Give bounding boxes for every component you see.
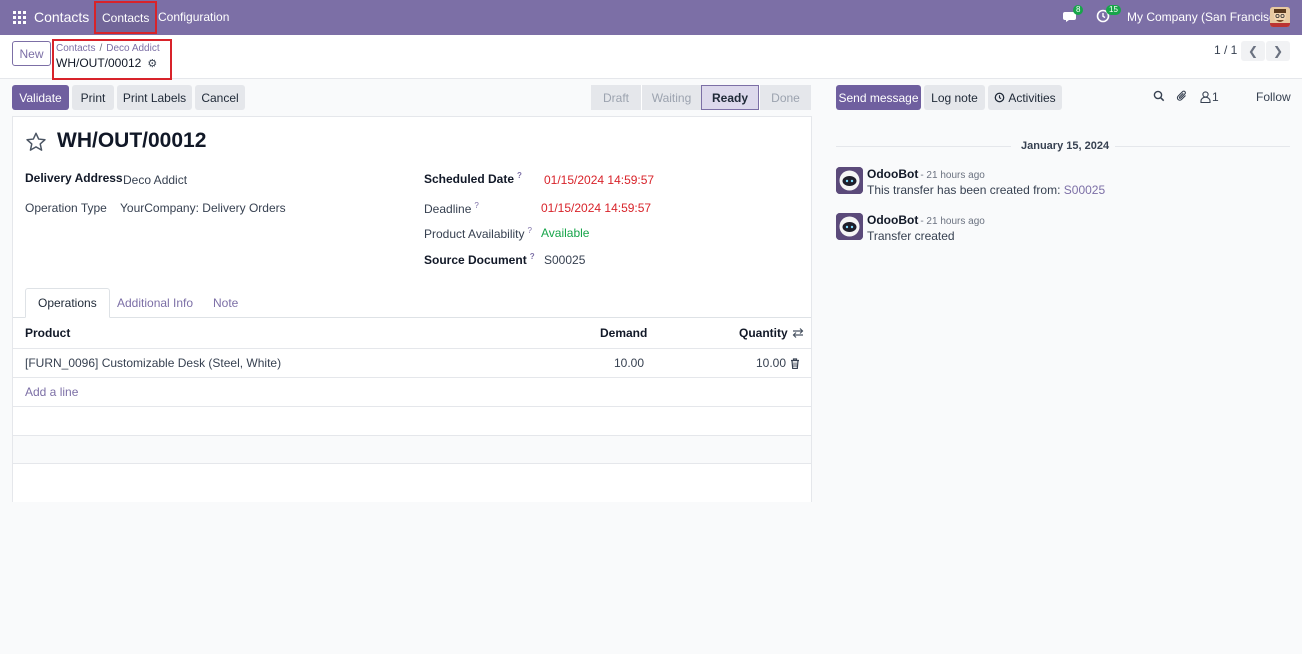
followers-button[interactable]: 1 (1200, 90, 1219, 104)
print-labels-button[interactable]: Print Labels (117, 85, 192, 110)
availability-value: Available (541, 226, 590, 240)
top-navbar: Contacts Contacts Configuration 8 15 My … (0, 0, 1302, 35)
optional-columns-toggle[interactable] (792, 318, 804, 348)
empty-row (13, 464, 811, 502)
delivery-address-field[interactable]: Deco Addict (123, 173, 187, 187)
trash-icon[interactable] (790, 349, 800, 377)
user-icon (1200, 91, 1211, 103)
tab-additional-info[interactable]: Additional Info (105, 288, 205, 318)
empty-row (13, 407, 811, 436)
add-line-link[interactable]: Add a line (25, 378, 78, 406)
control-panel: New Contacts / Deco Addict WH/OUT/00012 ⚙ … (0, 35, 1302, 80)
paperclip-icon[interactable] (1176, 90, 1188, 105)
user-face-icon (1270, 7, 1290, 27)
odoobot-avatar[interactable] (836, 213, 863, 240)
gear-icon[interactable]: ⚙ (147, 57, 157, 70)
activities-button[interactable]: Activities (988, 85, 1062, 110)
row-product[interactable]: [FURN_0096] Customizable Desk (Steel, Wh… (25, 349, 281, 377)
app-brand[interactable]: Contacts (34, 9, 89, 25)
empty-row (13, 436, 811, 464)
record-reference: WH/OUT/00012 (56, 56, 142, 70)
breadcrumb: Contacts / Deco Addict WH/OUT/00012 ⚙ (52, 39, 172, 80)
stage-waiting[interactable]: Waiting (641, 85, 701, 110)
pager-next-button[interactable]: ❯ (1266, 41, 1290, 61)
column-product[interactable]: Product (25, 318, 70, 348)
source-document-label: Source Document (424, 253, 527, 267)
source-order-link[interactable]: S00025 (1064, 183, 1105, 197)
search-icon[interactable] (1153, 90, 1165, 105)
message-time: - 21 hours ago (920, 216, 985, 227)
apps-menu-icon[interactable] (13, 11, 26, 24)
sliders-icon (792, 328, 804, 338)
activity-systray[interactable]: 15 (1096, 5, 1121, 26)
chevron-right-icon: ❯ (1272, 44, 1284, 58)
deadline-field[interactable]: 01/15/2024 14:59:57 (541, 201, 651, 215)
stage-draft[interactable]: Draft (591, 85, 641, 110)
messaging-systray[interactable]: 8 (1063, 5, 1084, 26)
date-separator: January 15, 2024 (836, 140, 1290, 154)
follow-button[interactable]: Follow (1256, 90, 1291, 104)
deadline-label: Deadline (424, 202, 472, 216)
message-time: - 21 hours ago (920, 170, 985, 181)
table-row[interactable]: [FURN_0096] Customizable Desk (Steel, Wh… (13, 349, 811, 378)
delivery-address-label: Delivery Address (25, 171, 123, 185)
new-button[interactable]: New (12, 41, 51, 66)
pager-previous-button[interactable]: ❮ (1241, 41, 1265, 61)
chevron-left-icon: ❮ (1247, 44, 1259, 58)
availability-label: Product Availability (424, 227, 525, 241)
stage-done[interactable]: Done (759, 85, 811, 110)
row-quantity[interactable]: 10.00 (756, 349, 786, 377)
operation-type-label: Operation Type (25, 201, 107, 215)
menu-configuration[interactable]: Configuration (158, 10, 229, 24)
activity-badge: 15 (1106, 5, 1121, 15)
print-button[interactable]: Print (72, 85, 114, 110)
menu-contacts[interactable]: Contacts (94, 1, 158, 34)
breadcrumb-deco-addict[interactable]: Deco Addict (106, 43, 159, 54)
help-tooltip-icon[interactable]: ? (517, 171, 522, 180)
operations-table-header: Product Demand Quantity (13, 318, 811, 349)
activities-label: Activities (1008, 90, 1056, 105)
send-message-button[interactable]: Send message (836, 85, 921, 110)
star-icon[interactable] (25, 131, 47, 153)
log-note-button[interactable]: Log note (924, 85, 985, 110)
odoobot-avatar[interactable] (836, 167, 863, 194)
help-tooltip-icon[interactable]: ? (474, 201, 478, 210)
breadcrumb-contacts[interactable]: Contacts (56, 43, 95, 54)
pager-value[interactable]: 1 / 1 (1214, 43, 1237, 57)
help-tooltip-icon[interactable]: ? (528, 226, 532, 235)
validate-button[interactable]: Validate (12, 85, 69, 110)
tab-note[interactable]: Note (201, 288, 250, 318)
operation-type-field[interactable]: YourCompany: Delivery Orders (120, 201, 286, 215)
stage-ready[interactable]: Ready (701, 85, 759, 110)
column-quantity[interactable]: Quantity (739, 318, 788, 348)
message-author[interactable]: OdooBot (867, 167, 918, 181)
help-tooltip-icon[interactable]: ? (530, 252, 535, 261)
form-sheet: WH/OUT/00012 Delivery Address Deco Addic… (12, 116, 812, 502)
followers-count: 1 (1212, 90, 1219, 104)
notebook-tabs: Operations Additional Info Note (13, 288, 811, 318)
add-line-row: Add a line (13, 378, 811, 407)
clock-icon (994, 92, 1005, 103)
message-body: This transfer has been created from: S00… (867, 183, 1106, 197)
source-document-field[interactable]: S00025 (544, 253, 585, 267)
tab-operations[interactable]: Operations (25, 288, 110, 318)
user-avatar[interactable] (1270, 7, 1290, 27)
date-label: January 15, 2024 (1021, 140, 1110, 152)
column-demand[interactable]: Demand (600, 318, 647, 348)
row-demand[interactable]: 10.00 (614, 349, 644, 377)
scheduled-date-field[interactable]: 01/15/2024 14:59:57 (544, 173, 654, 187)
scheduled-date-label: Scheduled Date (424, 172, 515, 186)
message-body: Transfer created (867, 229, 955, 243)
record-title: WH/OUT/00012 (57, 129, 207, 152)
cancel-button[interactable]: Cancel (195, 85, 245, 110)
chat-badge: 8 (1073, 5, 1084, 15)
company-switcher[interactable]: My Company (San Francisco) (1127, 10, 1286, 24)
message-author[interactable]: OdooBot (867, 213, 918, 227)
status-bar: Draft Waiting Ready Done (591, 85, 811, 110)
